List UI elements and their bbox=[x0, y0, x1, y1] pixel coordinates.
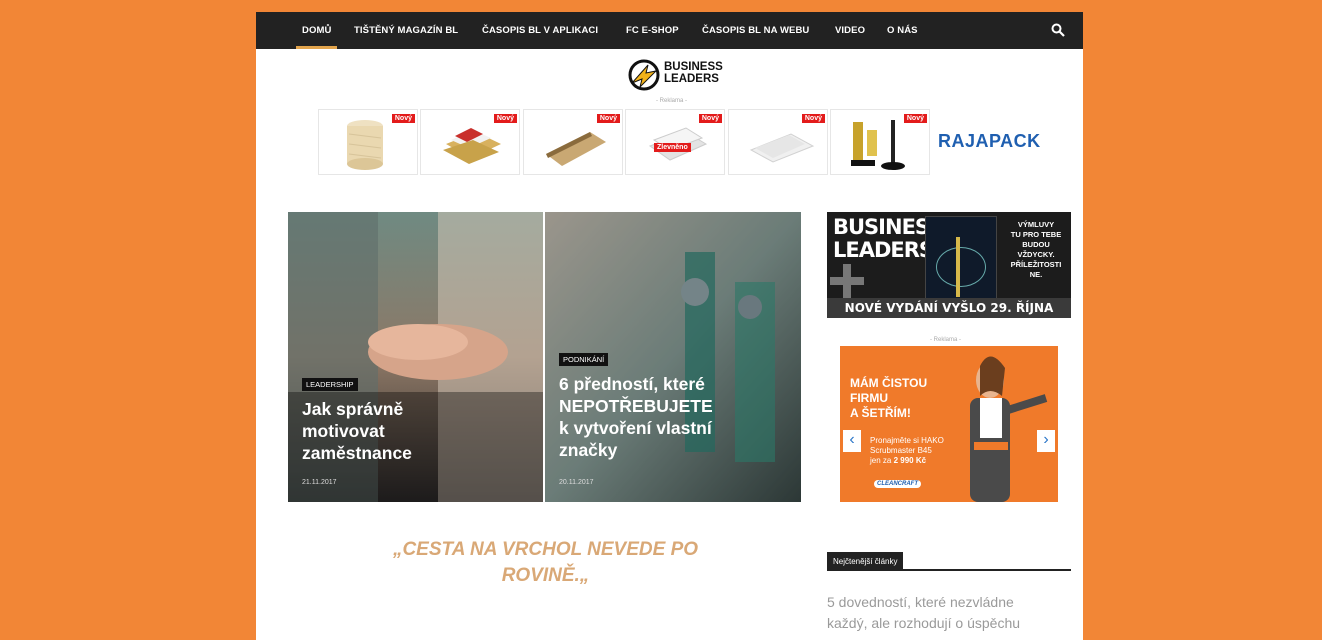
product-tile-bubble-bag[interactable]: Nový bbox=[728, 109, 828, 175]
carousel-prev-button[interactable]: ‹ bbox=[843, 430, 861, 452]
product-tile-cardboard-envelope[interactable]: Nový bbox=[523, 109, 623, 175]
most-read-article-link[interactable]: 5 dovedností, které nezvládne každý, ale… bbox=[827, 592, 1071, 634]
nav-item-about[interactable]: O NÁS bbox=[887, 12, 918, 49]
headline-line: značky bbox=[559, 440, 618, 460]
magazine-cover-image bbox=[925, 216, 997, 304]
new-badge: Nový bbox=[698, 114, 722, 123]
ad-text: Pronajměte si HAKO Scrubmaster B45 jen z… bbox=[870, 436, 944, 465]
nav-item-video[interactable]: VIDEO bbox=[835, 12, 865, 49]
quote-line: „CESTA NA VRCHOL NEVEDE PO bbox=[392, 539, 699, 560]
nav-item-eshop[interactable]: FC E-SHOP bbox=[626, 12, 679, 49]
ad-price: 2 990 Kč bbox=[893, 456, 927, 465]
product-tile-twine[interactable]: Nový bbox=[318, 109, 418, 175]
new-badge: Nový bbox=[391, 114, 415, 123]
new-badge: Nový bbox=[801, 114, 825, 123]
logo-line-1: BUSINESS bbox=[664, 61, 723, 73]
search-icon[interactable] bbox=[1051, 23, 1065, 37]
headline-line: zaměstnance bbox=[302, 443, 412, 463]
article-date: 20.11.2017 bbox=[559, 479, 594, 486]
category-tag[interactable]: LEADERSHIP bbox=[302, 378, 358, 391]
article-headline[interactable]: 6 předností, které NEPOTŘEBUJETE k vytvo… bbox=[559, 373, 713, 461]
headline-line: NEPOTŘEBUJETE bbox=[559, 396, 713, 416]
magazine-promo-banner[interactable]: BUSINESS LEADERS VÝMLUVY TU PRO TEBE BUD… bbox=[827, 212, 1071, 318]
category-tag[interactable]: PODNIKÁNÍ bbox=[559, 353, 609, 366]
logo-wordmark: BUSINESS LEADERS bbox=[664, 61, 723, 85]
rajapack-logo: RAJAPACK bbox=[938, 131, 1041, 151]
headline-line: 6 předností, které bbox=[559, 374, 705, 394]
promo-brand-2: LEADERS bbox=[833, 238, 934, 262]
worker-woman-image bbox=[970, 356, 1048, 502]
featured-article-2[interactable]: PODNIKÁNÍ 6 předností, které NEPOTŘEBUJE… bbox=[545, 212, 801, 502]
carousel-next-button[interactable]: › bbox=[1037, 430, 1055, 452]
logo-line-2: LEADERS bbox=[664, 73, 719, 85]
hako-ad-banner[interactable]: MÁM ČISTOU FIRMU A ŠETŘÍM! Pronajměte si… bbox=[840, 346, 1058, 502]
headline-line: k vytvoření vlastní bbox=[559, 418, 712, 438]
quote-line: ROVINĚ.„ bbox=[501, 565, 590, 586]
article-headline[interactable]: Jak správně motivovat zaměstnance bbox=[302, 398, 412, 464]
product-tile-envelopes[interactable]: Nový bbox=[420, 109, 520, 175]
discount-badge: Zlevněno bbox=[654, 143, 691, 152]
top-navigation: DOMŮ TIŠTĚNÝ MAGAZÍN BL ČASOPIS BL V APL… bbox=[256, 12, 1083, 49]
new-badge: Nový bbox=[903, 114, 927, 123]
ad-label: - Reklama - bbox=[656, 98, 688, 104]
new-badge: Nový bbox=[493, 114, 517, 123]
nav-item-web-magazine[interactable]: ČASOPIS BL NA WEBU bbox=[702, 12, 809, 49]
page-container: DOMŮ TIŠTĚNÝ MAGAZÍN BL ČASOPIS BL V APL… bbox=[256, 12, 1083, 640]
article-date: 21.11.2017 bbox=[302, 479, 337, 486]
headline-line: Jak správně bbox=[302, 399, 404, 419]
ad-headline: MÁM ČISTOU FIRMU A ŠETŘÍM! bbox=[850, 376, 928, 420]
promo-footer: NOVÉ VYDÁNÍ VYŠLO 29. ŘÍJNA bbox=[827, 298, 1071, 318]
product-tile-dispensers[interactable]: Nový bbox=[830, 109, 930, 175]
rajapack-banner[interactable]: Nový Nový Nový Nový Zlevněno Nový Nový R… bbox=[318, 109, 1041, 175]
sponsor-logo: CLEANCRAFT bbox=[874, 480, 921, 488]
product-tile-mailer-bags[interactable]: Nový Zlevněno bbox=[625, 109, 725, 175]
nav-item-app-magazine[interactable]: ČASOPIS BL V APLIKACI bbox=[482, 12, 598, 49]
new-badge: Nový bbox=[596, 114, 620, 123]
featured-article-1[interactable]: LEADERSHIP Jak správně motivovat zaměstn… bbox=[288, 212, 543, 502]
nav-item-print-magazine[interactable]: TIŠTĚNÝ MAGAZÍN BL bbox=[354, 12, 458, 49]
featured-quote: „CESTA NA VRCHOL NEVEDE PO ROVINĚ.„ bbox=[288, 537, 803, 589]
site-logo[interactable]: BUSINESS LEADERS bbox=[626, 56, 746, 94]
logo-emblem-icon bbox=[628, 59, 660, 91]
divider bbox=[827, 569, 1071, 571]
headline-line: motivovat bbox=[302, 421, 385, 441]
ad-label: - Reklama - bbox=[930, 337, 962, 343]
nav-item-home[interactable]: DOMŮ bbox=[295, 12, 338, 49]
promo-side-text: VÝMLUVY TU PRO TEBE BUDOU VŽDYCKY. PŘÍLE… bbox=[1010, 220, 1062, 279]
